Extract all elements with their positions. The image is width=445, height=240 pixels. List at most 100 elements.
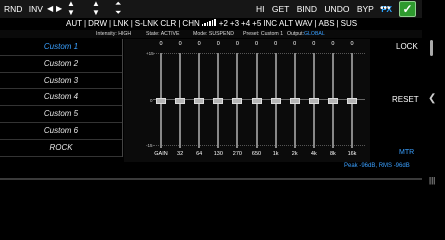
undo-button[interactable]: UNDO: [324, 4, 349, 14]
mode-item--3[interactable]: +3: [230, 19, 239, 28]
top-toolbar: RND INV ◀ ▶ ▲ ▼ ▲ ▼ ⏶ ⏷ HI GET BIND UNDO…: [0, 0, 445, 18]
arrow-left-icon[interactable]: ◀: [47, 5, 53, 13]
mode-item-abs[interactable]: ABS: [319, 19, 335, 28]
inv-button[interactable]: INV: [29, 4, 43, 14]
band-slider-thumb[interactable]: [327, 97, 338, 104]
band-value: 0: [235, 41, 239, 47]
preset-item[interactable]: Custom 4: [0, 89, 122, 107]
toolbar-left: RND INV: [4, 4, 47, 14]
reset-button[interactable]: RESET: [392, 95, 419, 104]
status-output-label: Output:: [287, 31, 305, 37]
eq-band: 0 4k: [306, 39, 322, 162]
get-button[interactable]: GET: [272, 4, 289, 14]
mode-item-chn[interactable]: CHN: [182, 19, 199, 28]
band-slider-thumb[interactable]: [175, 97, 186, 104]
preset-item[interactable]: ROCK: [0, 140, 122, 157]
preset-item[interactable]: Custom 2: [0, 56, 122, 73]
status-intensity: Intensity: HIGH: [96, 31, 132, 37]
band-value: 0: [331, 41, 335, 47]
double-arrow-up-icon[interactable]: ⏶: [115, 0, 121, 8]
double-arrow-down-icon[interactable]: ⏷: [115, 9, 121, 17]
toolbar-right: HI GET BIND UNDO BYP FX: [256, 4, 397, 14]
status-bar: Intensity: HIGH State: ACTIVE Mode: SUSP…: [0, 30, 445, 38]
mode-item-clr[interactable]: CLR: [160, 19, 176, 28]
mode-item--5[interactable]: +5: [252, 19, 261, 28]
divider: [0, 178, 422, 180]
band-frequency-label: 32: [177, 151, 184, 157]
arrow-up-small-icon[interactable]: ▲: [92, 0, 100, 8]
band-value: 0: [254, 41, 259, 47]
band-slider-thumb[interactable]: [156, 97, 166, 104]
band-frequency-label: 130: [213, 151, 223, 157]
band-slider-thumb[interactable]: [232, 97, 243, 104]
preset-list: Custom 1 Custom 2 Custom 3 Custom 4 Custom 5…: [0, 39, 123, 157]
band-slider-thumb[interactable]: [213, 97, 224, 104]
status-output-value: GLOBAL: [304, 31, 325, 37]
band-value: 0: [293, 41, 297, 47]
band-value: 0: [312, 41, 316, 47]
band-frequency-label: 4k: [310, 151, 317, 157]
preset-item[interactable]: Custom 3: [0, 73, 122, 90]
band-frequency-label: GAIN: [154, 151, 168, 157]
mode-items: AUT | DRW | LNK | S-LNK CLR | CHN +2 +3 +4 +5 INC ALT WA…: [66, 19, 359, 28]
mode-item-s-lnk[interactable]: S-LNK: [135, 19, 159, 28]
eq-band: 0 2k: [287, 39, 303, 162]
eq-band: 0 GAIN: [153, 39, 169, 162]
bind-button[interactable]: BIND: [297, 4, 317, 14]
band-value: 0: [178, 41, 182, 47]
mode-item-sus[interactable]: SUS: [341, 19, 357, 28]
status-preset: Preset: Custom 1: [243, 31, 284, 37]
band-value: 0: [216, 41, 220, 47]
row2-separator: |: [130, 19, 133, 28]
eq-band: 0 1k: [268, 39, 284, 162]
band-slider-thumb[interactable]: [194, 97, 205, 104]
scale-bottom-label: -15: [146, 143, 153, 148]
mode-item-aut[interactable]: AUT: [66, 19, 82, 28]
byp-button[interactable]: BYP: [357, 4, 374, 14]
band-slider-thumb[interactable]: [347, 97, 357, 104]
row2-separator: |: [178, 19, 181, 28]
more-menu-icon[interactable]: •••: [380, 3, 391, 14]
row2-separator: |: [84, 19, 87, 28]
band-value: 0: [350, 41, 354, 47]
mode-item-drw[interactable]: DRW: [88, 19, 107, 28]
band-value: 0: [274, 41, 278, 47]
mode-item-wav[interactable]: WAV: [295, 19, 312, 28]
mode-row: AUT | DRW | LNK | S-LNK CLR | CHN +2 +3 +4 +5 INC ALT WA…: [0, 18, 445, 30]
home-pill-icon[interactable]: [430, 40, 433, 56]
mode-item--4[interactable]: +4: [241, 19, 250, 28]
preset-item[interactable]: Custom 1: [0, 39, 122, 56]
band-slider-thumb[interactable]: [308, 97, 319, 104]
status-state: State: ACTIVE: [146, 31, 180, 37]
band-value: 0: [197, 41, 201, 47]
arrow-down-icon[interactable]: ▼: [67, 9, 75, 17]
eq-band: 0 8k: [325, 39, 341, 162]
preset-item[interactable]: Custom 5: [0, 106, 122, 123]
row2-separator: |: [336, 19, 339, 28]
band-slider-thumb[interactable]: [270, 97, 281, 104]
arrow-down-small-icon[interactable]: ▼: [92, 9, 100, 17]
recents-icon[interactable]: |||: [429, 176, 435, 185]
peak-rms-readout: Peak -96dB, RMS -96dB: [344, 163, 410, 169]
mode-item--2[interactable]: +2: [219, 19, 228, 28]
lock-button[interactable]: LOCK: [396, 42, 418, 51]
arrow-right-icon[interactable]: ▶: [56, 5, 62, 13]
eq-band: 0 32: [172, 39, 188, 162]
band-slider-thumb[interactable]: [251, 97, 262, 104]
preset-item[interactable]: Custom 6: [0, 123, 122, 140]
mtr-button[interactable]: MTR: [399, 149, 414, 156]
mode-item-inc[interactable]: INC: [263, 19, 277, 28]
back-icon[interactable]: ❮: [428, 93, 436, 104]
hi-button[interactable]: HI: [256, 4, 265, 14]
rnd-button[interactable]: RND: [4, 4, 22, 14]
band-frequency-label: 16k: [347, 151, 357, 157]
row2-separator: |: [109, 19, 112, 28]
confirm-check-button[interactable]: ✓: [399, 1, 416, 17]
band-slider-thumb[interactable]: [289, 97, 300, 104]
band-frequency-label: 8k: [329, 151, 336, 157]
band-frequency-label: 2k: [291, 151, 298, 157]
mode-item-lnk[interactable]: LNK: [113, 19, 129, 28]
mode-item-alt[interactable]: ALT: [279, 19, 293, 28]
arrow-up-icon[interactable]: ▲: [67, 0, 75, 8]
eq-band: 0 64: [191, 39, 207, 162]
